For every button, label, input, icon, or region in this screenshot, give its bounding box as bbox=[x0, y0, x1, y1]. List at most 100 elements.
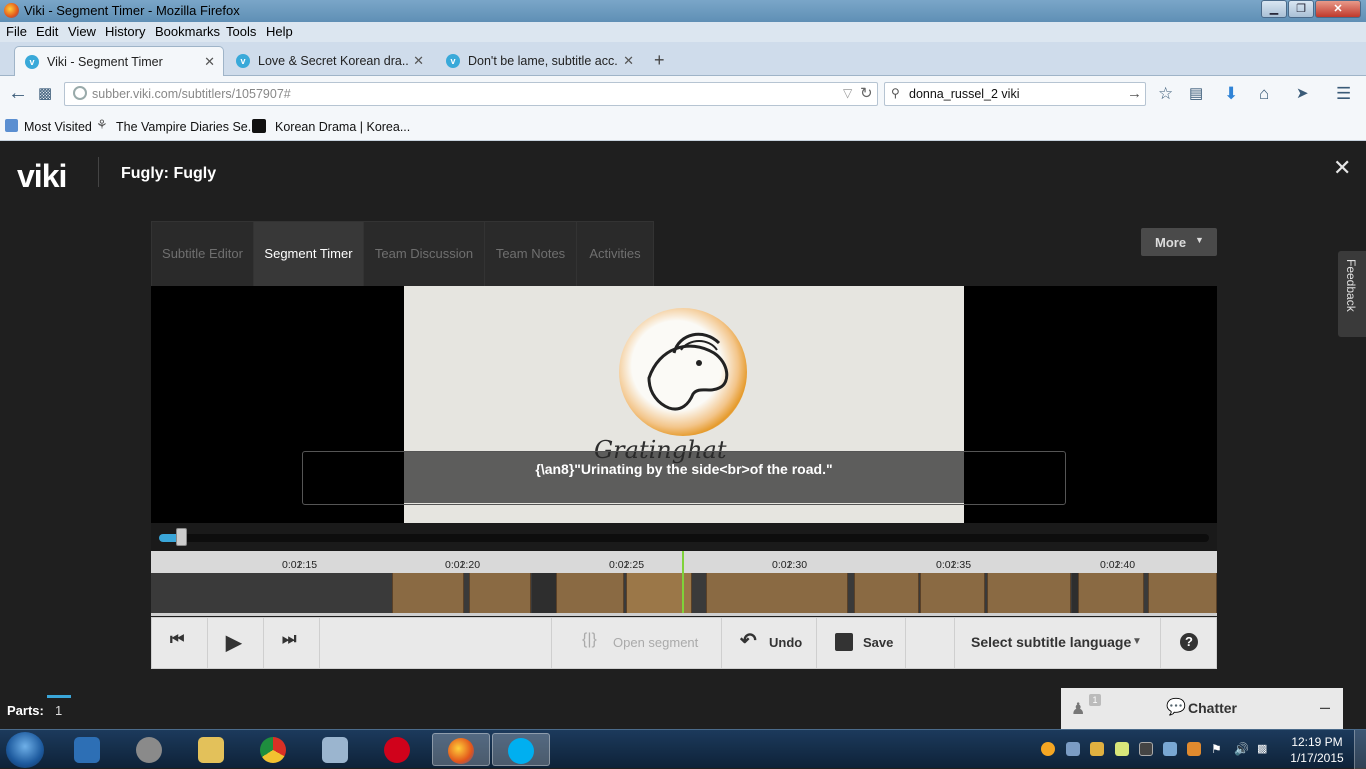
tab-segment-timer[interactable]: Segment Timer bbox=[254, 222, 363, 286]
url-bar[interactable]: subber.viki.com/subtitlers/1057907# ▽ ↻ bbox=[64, 82, 878, 106]
close-tab-icon[interactable]: ✕ bbox=[204, 54, 215, 70]
taskbar-explorer[interactable] bbox=[186, 733, 236, 766]
brackets-icon: {|} bbox=[582, 631, 597, 648]
home-icon[interactable]: ⌂ bbox=[1259, 84, 1269, 104]
feedback-tab[interactable]: Feedback bbox=[1338, 251, 1366, 337]
parts-value[interactable]: 1 bbox=[55, 703, 62, 718]
close-tab-icon[interactable]: ✕ bbox=[623, 53, 634, 69]
search-input[interactable]: donna_russel_2 viki bbox=[909, 87, 1020, 101]
taskbar-calculator[interactable] bbox=[310, 733, 360, 766]
url-dropdown-icon[interactable]: ▽ bbox=[843, 86, 852, 100]
menu-bookmarks[interactable]: Bookmarks bbox=[155, 24, 220, 39]
taskbar-firefox[interactable] bbox=[432, 733, 490, 766]
search-go-icon[interactable]: → bbox=[1127, 85, 1142, 102]
bookmark-star-icon[interactable]: ☆ bbox=[1158, 84, 1173, 104]
progress-thumb[interactable] bbox=[176, 528, 187, 546]
subtitle-segment[interactable] bbox=[392, 573, 464, 613]
save-button[interactable]: Save bbox=[817, 618, 905, 668]
downloads-icon[interactable]: ⬇ bbox=[1224, 84, 1238, 104]
subtitle-segment[interactable] bbox=[1078, 573, 1144, 613]
new-tab-button[interactable]: + bbox=[654, 50, 665, 71]
search-box[interactable]: ⚲ donna_russel_2 viki → bbox=[884, 82, 1146, 106]
tray-flag-icon[interactable]: ⚑ bbox=[1211, 742, 1225, 756]
tab-subtitle-editor[interactable]: Subtitle Editor bbox=[152, 222, 253, 286]
undo-button[interactable]: ↶ Undo bbox=[722, 618, 816, 668]
play-button[interactable]: ▶ bbox=[208, 618, 263, 668]
more-dropdown-button[interactable]: More ▼ bbox=[1141, 228, 1217, 256]
tray-battery-icon[interactable] bbox=[1187, 742, 1201, 756]
menu-view[interactable]: View bbox=[68, 24, 96, 39]
tray-notes-icon[interactable] bbox=[1115, 742, 1129, 756]
timeline-ruler[interactable]: 0:02:15 0:02:20 0:02:25 0:02:30 0:02:35 … bbox=[151, 551, 1217, 573]
open-segment-button[interactable]: {|} Open segment bbox=[552, 618, 721, 668]
browser-tab-love-secret[interactable]: v Love & Secret Korean dra... ✕ bbox=[226, 46, 432, 76]
minimize-chatter-icon[interactable]: – bbox=[1320, 697, 1330, 718]
bookmark-most-visited[interactable]: Most Visited bbox=[24, 120, 92, 134]
subtitle-segment[interactable] bbox=[706, 573, 848, 613]
browser-tab-dont-be-lame[interactable]: v Don't be lame, subtitle acc... ✕ bbox=[436, 46, 642, 76]
playback-progress[interactable] bbox=[151, 523, 1217, 551]
hamburger-menu-icon[interactable]: ☰ bbox=[1336, 84, 1351, 104]
taskbar-clock[interactable]: 12:19 PM 1/17/2015 bbox=[1276, 734, 1358, 766]
windows-taskbar: ⚑ 🔊 ▩ 12:19 PM 1/17/2015 bbox=[0, 729, 1366, 769]
playhead[interactable] bbox=[682, 551, 684, 613]
menu-tools[interactable]: Tools bbox=[226, 24, 256, 39]
subtitle-segment[interactable] bbox=[987, 573, 1071, 613]
previous-segment-button[interactable]: ⏮ bbox=[152, 618, 207, 668]
close-window-button[interactable]: ✕ bbox=[1315, 0, 1361, 18]
subtitle-language-select[interactable]: Select subtitle language ▼ bbox=[955, 618, 1160, 668]
subtitle-segment[interactable] bbox=[556, 573, 624, 613]
segment-track[interactable] bbox=[151, 551, 1217, 613]
video-player[interactable]: Gratinghat {\an8}"Urinating by the side<… bbox=[151, 286, 1217, 523]
next-segment-button[interactable]: ⏭ bbox=[264, 618, 319, 668]
subtitle-segment[interactable] bbox=[920, 573, 985, 613]
browser-tab-segment-timer[interactable]: v Viki - Segment Timer ✕ bbox=[14, 46, 224, 76]
maximize-button[interactable]: ❐ bbox=[1288, 0, 1314, 18]
reload-icon[interactable]: ↻ bbox=[860, 84, 873, 102]
minimize-button[interactable]: ▁ bbox=[1261, 0, 1287, 18]
undo-label: Undo bbox=[769, 635, 803, 650]
subtitle-segment[interactable] bbox=[1148, 573, 1217, 613]
taskbar-opera[interactable] bbox=[372, 733, 422, 766]
menu-help[interactable]: Help bbox=[266, 24, 293, 39]
chatter-panel[interactable]: ♟ 1 💬 Chatter – bbox=[1061, 688, 1343, 729]
show-desktop-button[interactable] bbox=[1354, 730, 1366, 769]
bookmark-menu-icon[interactable]: ▩ bbox=[38, 84, 52, 102]
bookmarks-toolbar: Most Visited ⚘ The Vampire Diaries Se...… bbox=[0, 112, 1366, 141]
viki-app: viki Fugly: Fugly ✕ Subtitle Editor Segm… bbox=[0, 141, 1366, 729]
menu-edit[interactable]: Edit bbox=[36, 24, 58, 39]
url-text[interactable]: subber.viki.com/subtitlers/1057907# bbox=[92, 87, 291, 101]
tray-volume-icon[interactable]: 🔊 bbox=[1234, 742, 1249, 756]
back-arrow-icon[interactable]: ← bbox=[8, 82, 28, 105]
tab-team-notes[interactable]: Team Notes bbox=[485, 222, 576, 286]
progress-track[interactable] bbox=[159, 534, 1209, 542]
tray-update-icon[interactable] bbox=[1041, 742, 1055, 756]
close-editor-icon[interactable]: ✕ bbox=[1333, 155, 1351, 181]
send-icon[interactable]: ➤ bbox=[1296, 84, 1309, 102]
taskbar-skype[interactable] bbox=[492, 733, 550, 766]
tab-label: Love & Secret Korean dra... bbox=[258, 54, 408, 68]
tray-display-icon[interactable] bbox=[1139, 742, 1153, 756]
menu-file[interactable]: File bbox=[6, 24, 27, 39]
close-tab-icon[interactable]: ✕ bbox=[413, 53, 424, 69]
taskbar-media-player[interactable] bbox=[62, 733, 112, 766]
tray-users-icon[interactable] bbox=[1090, 742, 1104, 756]
taskbar-chrome[interactable] bbox=[248, 733, 298, 766]
menu-history[interactable]: History bbox=[105, 24, 145, 39]
reading-list-icon[interactable]: ▤ bbox=[1189, 84, 1203, 102]
bookmark-korean-drama[interactable]: Korean Drama | Korea... bbox=[275, 120, 410, 134]
bookmark-vampire-diaries[interactable]: The Vampire Diaries Se... bbox=[116, 120, 258, 134]
tray-signal-icon[interactable]: ▩ bbox=[1257, 742, 1271, 756]
tab-label: Viki - Segment Timer bbox=[47, 55, 163, 69]
subtitle-segment[interactable] bbox=[854, 573, 919, 613]
tray-monitor-icon[interactable] bbox=[1163, 742, 1177, 756]
tab-team-discussion[interactable]: Team Discussion bbox=[364, 222, 484, 286]
taskbar-movie-maker[interactable] bbox=[124, 733, 174, 766]
viki-logo[interactable]: viki bbox=[17, 158, 67, 195]
tray-network-device-icon[interactable] bbox=[1066, 742, 1080, 756]
subtitle-segment[interactable] bbox=[469, 573, 531, 613]
help-button[interactable]: ? bbox=[1161, 618, 1216, 668]
start-button[interactable] bbox=[6, 732, 44, 768]
tab-activities[interactable]: Activities bbox=[577, 222, 653, 286]
menu-bar: File Edit View History Bookmarks Tools H… bbox=[0, 22, 1366, 42]
